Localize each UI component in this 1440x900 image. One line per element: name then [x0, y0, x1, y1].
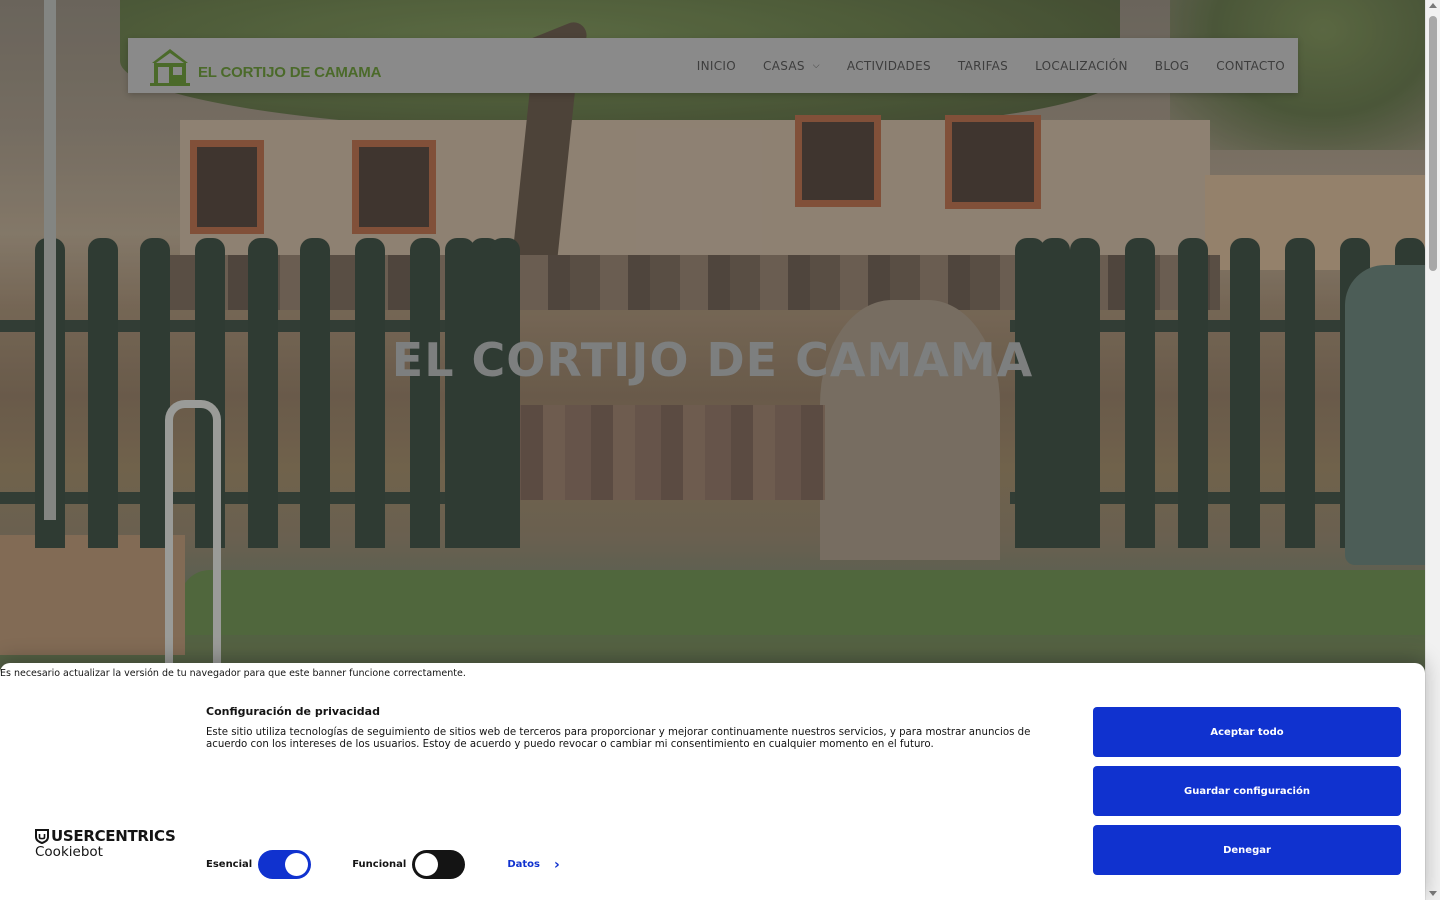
- toggle-knob: [415, 853, 439, 876]
- brand-subtitle: Cookiebot: [35, 844, 103, 860]
- cookie-banner: Es necesario actualizar la versión de tu…: [0, 663, 1425, 900]
- privacy-title: Configuración de privacidad: [206, 705, 380, 718]
- nav-actividades[interactable]: ACTIVIDADES: [847, 59, 931, 73]
- logo-text: EL CORTIJO DE CAMAMA: [198, 63, 382, 81]
- toggle-knob: [285, 853, 309, 876]
- nav-contacto[interactable]: CONTACTO: [1216, 59, 1285, 73]
- nav-casas[interactable]: CASAS ⌵: [763, 59, 820, 73]
- brand-name: USERCENTRICS: [51, 827, 176, 845]
- scroll-down-arrow-icon[interactable]: [1429, 891, 1437, 896]
- nav-localizacion[interactable]: LOCALIZACIÓN: [1035, 59, 1128, 73]
- site-logo[interactable]: EL CORTIJO DE CAMAMA: [148, 44, 381, 88]
- shield-icon: [35, 828, 49, 844]
- nav-tarifas[interactable]: TARIFAS: [958, 59, 1008, 73]
- toggle-esencial[interactable]: [258, 850, 312, 879]
- usercentrics-brand: USERCENTRICS Cookiebot: [35, 827, 176, 860]
- chevron-down-icon: ⌵: [812, 60, 820, 71]
- consent-toggles: Esencial Funcional Datos ›: [206, 850, 560, 879]
- page-scrollbar[interactable]: [1425, 0, 1440, 900]
- toggle-funcional[interactable]: [412, 850, 466, 879]
- hero-title: EL CORTIJO DE CAMAMA: [391, 333, 1034, 387]
- nav-inicio[interactable]: INICIO: [697, 59, 736, 73]
- accept-all-button[interactable]: Aceptar todo: [1093, 707, 1401, 757]
- details-link[interactable]: Datos ›: [507, 857, 559, 873]
- privacy-text: Este sitio utiliza tecnologías de seguim…: [206, 727, 1031, 750]
- details-link-label: Datos: [507, 859, 540, 870]
- chevron-right-icon: ›: [553, 856, 560, 873]
- toggle-label-funcional: Funcional: [352, 859, 407, 870]
- house-logo-icon: [150, 49, 190, 86]
- nav-casas-label: CASAS: [763, 58, 805, 73]
- browser-update-note: Es necesario actualizar la versión de tu…: [0, 668, 466, 679]
- toggle-label-esencial: Esencial: [206, 859, 253, 870]
- main-nav: INICIO CASAS ⌵ ACTIVIDADES TARIFAS LOCAL…: [697, 38, 1285, 93]
- save-settings-button[interactable]: Guardar configuración: [1093, 766, 1401, 816]
- scroll-thumb[interactable]: [1429, 16, 1437, 271]
- deny-button[interactable]: Denegar: [1093, 825, 1401, 875]
- scroll-up-arrow-icon[interactable]: [1429, 3, 1437, 8]
- site-header: EL CORTIJO DE CAMAMA INICIO CASAS ⌵ ACTI…: [128, 38, 1298, 93]
- nav-blog[interactable]: BLOG: [1155, 59, 1189, 73]
